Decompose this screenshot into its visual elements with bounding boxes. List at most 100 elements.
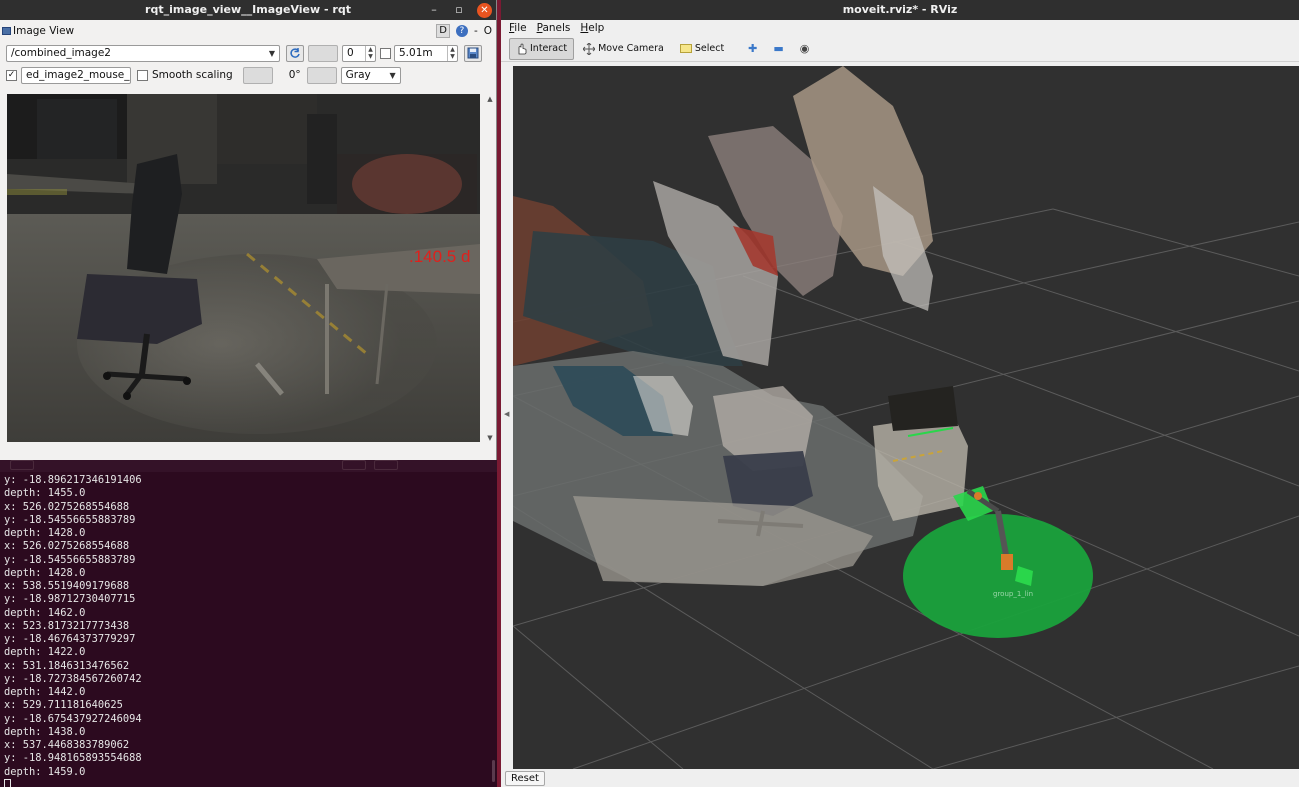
image-view-icon <box>2 27 11 35</box>
terminal-line: y: -18.727384567260742 <box>4 672 142 685</box>
plus-icon: ✚ <box>748 42 758 55</box>
rviz-menubar: File Panels Help <box>501 20 1299 36</box>
terminal-line: x: 526.0275268554688 <box>4 500 130 513</box>
camera-scene: .140.5 d <box>7 94 480 442</box>
mouse-topic-value: ed_image2_mouse_left <box>26 68 130 81</box>
rviz-toolbar: Interact Move Camera Select ✚ ▬ ◉ <box>501 36 1299 62</box>
robot-base-disc <box>903 514 1093 638</box>
terminal-line: depth: 1442.0 <box>4 686 86 698</box>
menu-panels[interactable]: Panels <box>537 20 571 36</box>
camera-image[interactable]: .140.5 d <box>7 94 480 442</box>
terminal-line: y: -18.98712730407715 <box>4 593 136 606</box>
depth-overlay-text: .140.5 d <box>409 247 470 266</box>
terminal-line: depth: 1459.0 <box>4 765 86 778</box>
chevron-down-icon: ▼ <box>389 70 396 80</box>
move-camera-tool-button[interactable]: Move Camera <box>576 38 671 60</box>
spin-arrows-icon: ▲ ▼ <box>365 45 375 61</box>
smooth-scaling-checkbox[interactable] <box>137 69 148 81</box>
color-scheme-select[interactable]: Gray ▼ <box>340 66 401 84</box>
spinbox-value: 0 <box>347 46 354 59</box>
publish-mouse-checkbox[interactable]: ✓ <box>6 69 17 81</box>
reset-button[interactable]: Reset <box>505 771 545 786</box>
rviz-statusbar: Reset <box>501 769 1299 787</box>
dock-d-button[interactable]: D <box>436 24 450 38</box>
rotate-left-button[interactable] <box>242 66 273 84</box>
scroll-down-icon[interactable]: ▼ <box>485 433 495 443</box>
terminal-line: y: -18.675437927246094 <box>4 712 142 725</box>
close-icon[interactable]: ✕ <box>477 2 492 18</box>
pointcloud-scene: group_1_lin <box>513 66 1299 769</box>
max-range-value: 5.01m <box>399 46 433 59</box>
interact-tool-button[interactable]: Interact <box>509 37 575 60</box>
rviz-window: moveit.rviz* - RViz File Panels Help Int… <box>501 0 1299 787</box>
minus-icon: ▬ <box>773 42 784 55</box>
terminal-line: x: 538.5519409179688 <box>4 580 130 592</box>
robot-frame-label: group_1_lin <box>993 590 1033 598</box>
zoom-button[interactable] <box>308 44 338 62</box>
terminal-line: y: -18.948165893554688 <box>4 752 142 765</box>
smooth-scaling-label: Smooth scaling <box>152 69 233 81</box>
move-camera-icon <box>583 42 596 55</box>
save-image-button[interactable] <box>464 44 482 62</box>
terminal-line: depth: 1455.0 <box>4 487 86 500</box>
dock-titlebar: Image View D ? - O <box>0 20 496 42</box>
terminal-line: depth: 1428.0 <box>4 566 86 579</box>
chevron-down-icon: ▼ <box>268 48 275 58</box>
topic-value: /combined_image2 <box>11 46 111 59</box>
save-icon <box>467 47 479 59</box>
select-icon <box>679 44 692 53</box>
options-row: ✓ ed_image2_mouse_left Smooth scaling 0°… <box>6 64 401 86</box>
splitter-handle-icon[interactable]: ◀ <box>504 410 509 418</box>
menu-file[interactable]: File <box>509 20 527 36</box>
tool-visibility-button[interactable]: ◉ <box>793 38 817 60</box>
move-camera-label: Move Camera <box>598 43 664 54</box>
terminal-line: y: -18.46764373779297 <box>4 633 136 645</box>
remove-tool-button[interactable]: ▬ <box>766 38 790 60</box>
eye-icon: ◉ <box>799 42 810 55</box>
add-tool-button[interactable]: ✚ <box>741 38 764 60</box>
dock-minimize-button[interactable]: - <box>474 20 478 42</box>
terminal-line: depth: 1462.0 <box>4 606 86 619</box>
select-tool-button[interactable]: Select <box>673 38 731 60</box>
refresh-topics-button[interactable] <box>286 44 304 62</box>
terminal-line: x: 531.1846313476562 <box>4 659 130 672</box>
rviz-titlebar[interactable]: moveit.rviz* - RViz <box>501 0 1299 20</box>
color-scheme-value: Gray <box>345 68 371 81</box>
dock-options-button[interactable]: O <box>484 20 492 42</box>
num-gridlines-spinbox[interactable]: 0 ▲ ▼ <box>342 44 376 62</box>
terminal-line: y: -18.54556655883789 <box>4 513 136 526</box>
minimize-icon[interactable]: – <box>427 0 441 20</box>
help-icon[interactable]: ? <box>455 25 468 37</box>
terminal-line: depth: 1422.0 <box>4 646 86 659</box>
rqt-window: rqt_image_view__ImageView - rqt – ▫ ✕ Im… <box>0 0 497 460</box>
spin-arrows-icon: ▲ ▼ <box>447 45 457 61</box>
rviz-window-title: moveit.rviz* - RViz <box>842 3 958 16</box>
max-range-spinbox[interactable]: 5.01m ▲ ▼ <box>394 44 458 62</box>
rotation-label: 0° <box>288 69 301 81</box>
menu-help[interactable]: Help <box>580 20 604 36</box>
rqt-window-title: rqt_image_view__ImageView - rqt <box>145 3 351 16</box>
mouse-topic-field[interactable]: ed_image2_mouse_left <box>21 66 131 84</box>
terminal-cursor <box>4 778 494 787</box>
dynamic-range-checkbox[interactable] <box>380 47 391 59</box>
dock-title: Image View <box>13 25 75 37</box>
terminal-line: depth: 1428.0 <box>4 527 86 539</box>
refresh-icon <box>290 48 300 58</box>
rotate-right-button[interactable] <box>306 66 337 84</box>
topic-select[interactable]: /combined_image2 ▼ <box>6 44 280 62</box>
rqt-titlebar[interactable]: rqt_image_view__ImageView - rqt – ▫ ✕ <box>0 0 496 20</box>
topic-row: /combined_image2 ▼ 0 ▲ ▼ 5.01m ▲ ▼ <box>6 42 482 64</box>
terminal-line: x: 537.4468383789062 <box>4 739 130 751</box>
terminal-line: x: 523.8173217773438 <box>4 619 130 632</box>
scroll-up-icon[interactable]: ▲ <box>485 94 495 104</box>
image-scrollbar[interactable]: ▲ ▼ <box>485 94 495 443</box>
terminal-hidden-toolbar <box>0 458 497 472</box>
terminal-line: y: -18.896217346191406 <box>4 474 142 486</box>
terminal-line: depth: 1438.0 <box>4 725 86 738</box>
maximize-icon[interactable]: ▫ <box>452 0 466 20</box>
3d-viewport[interactable]: group_1_lin <box>513 66 1299 769</box>
terminal-line: y: -18.54556655883789 <box>4 553 136 566</box>
select-label: Select <box>694 43 725 54</box>
terminal-line: x: 526.0275268554688 <box>4 540 130 553</box>
terminal-scrollbar[interactable] <box>492 760 495 782</box>
